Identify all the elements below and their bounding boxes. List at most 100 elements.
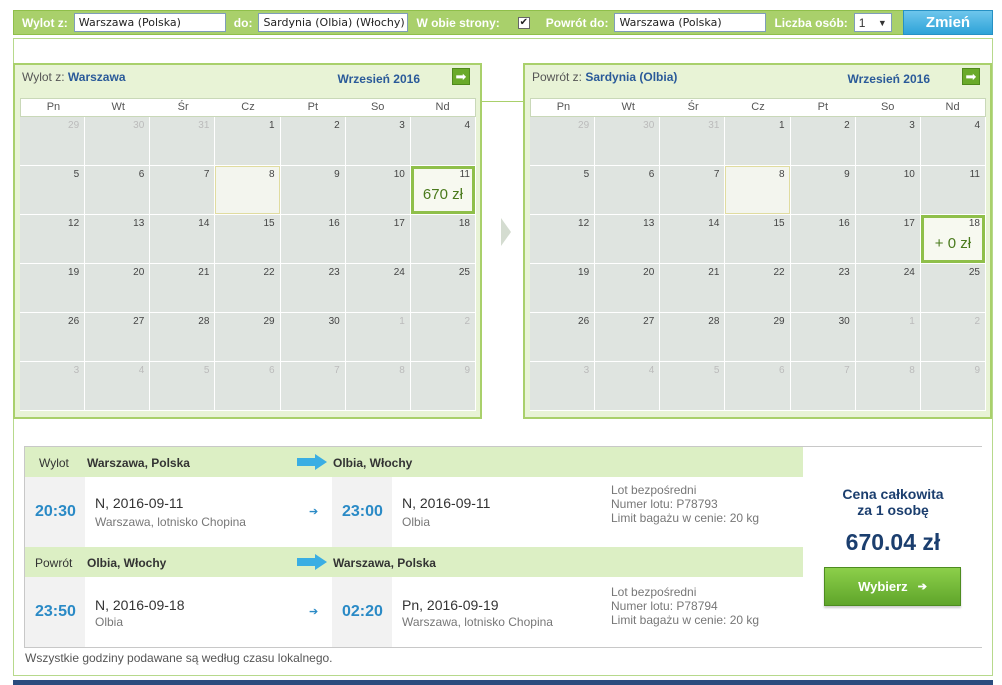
day-number: 29: [68, 120, 80, 131]
calendar-day[interactable]: 23: [280, 264, 346, 313]
calendar-day[interactable]: 26: [530, 313, 596, 362]
calendar-day-selected[interactable]: 18 + 0 zł: [920, 215, 986, 264]
calendar-day[interactable]: 16: [280, 215, 346, 264]
day-number: 9: [844, 169, 850, 180]
calendar-day[interactable]: 12: [20, 215, 86, 264]
calendar-day[interactable]: 11: [920, 166, 986, 215]
day-number: 8: [399, 365, 405, 376]
calendar-day[interactable]: 7: [660, 166, 726, 215]
calendar-day[interactable]: 1: [215, 117, 281, 166]
calendar-day[interactable]: 8: [215, 166, 281, 215]
arrow-right-icon: ➔: [309, 506, 319, 518]
calendar-day: 2: [410, 313, 476, 362]
calendar-day[interactable]: 12: [530, 215, 596, 264]
calendar-day[interactable]: 20: [595, 264, 661, 313]
calendar-day[interactable]: 28: [660, 313, 726, 362]
calendar-day[interactable]: 2: [280, 117, 346, 166]
calendar-day[interactable]: 15: [725, 215, 791, 264]
day-number: 23: [838, 267, 850, 278]
calendar-day[interactable]: 24: [855, 264, 921, 313]
calendar-day[interactable]: 10: [345, 166, 411, 215]
calendar-day[interactable]: 28: [150, 313, 216, 362]
calendar-day[interactable]: 23: [790, 264, 856, 313]
calendar-day[interactable]: 9: [280, 166, 346, 215]
select-button[interactable]: Wybierz ➔: [824, 567, 961, 606]
calendar-day[interactable]: 13: [85, 215, 151, 264]
calendar-day[interactable]: 21: [150, 264, 216, 313]
weekday-label: Cz: [241, 101, 255, 113]
calendar-day[interactable]: 21: [660, 264, 726, 313]
calendar-day[interactable]: 16: [790, 215, 856, 264]
day-number: 30: [643, 120, 655, 131]
both-ways-checkbox[interactable]: ✔: [517, 16, 530, 29]
calendar-day[interactable]: 30: [790, 313, 856, 362]
calendar-day[interactable]: 29: [725, 313, 791, 362]
day-number: 7: [334, 365, 340, 376]
calendar-day[interactable]: 22: [215, 264, 281, 313]
calendar-day[interactable]: 3: [855, 117, 921, 166]
persons-select[interactable]: 1 ▼: [853, 13, 892, 32]
calendar-day: 7: [790, 362, 856, 411]
from-input[interactable]: Warszawa (Polska): [73, 13, 226, 32]
calendar-day[interactable]: 20: [85, 264, 151, 313]
outbound-dep-airport: Warszawa, lotnisko Chopina: [95, 515, 246, 529]
calendar-day[interactable]: 18: [410, 215, 476, 264]
calendar-day[interactable]: 27: [85, 313, 151, 362]
calendar-day[interactable]: 7: [150, 166, 216, 215]
inbound-info: Lot bezpośredni Numer lotu: P78794 Limit…: [611, 585, 759, 627]
calendar-day[interactable]: 2: [790, 117, 856, 166]
calendar-day[interactable]: 1: [725, 117, 791, 166]
calendar-day[interactable]: 22: [725, 264, 791, 313]
calendar-day[interactable]: 19: [530, 264, 596, 313]
chevron-down-icon: ▼: [877, 17, 887, 28]
arrow-right-icon[interactable]: ➡: [452, 68, 470, 85]
change-button[interactable]: Zmień: [903, 10, 993, 35]
calendar-title-city: Warszawa: [67, 70, 126, 84]
outbound-row: 20:30 N, 2016-09-11 Warszawa, lotnisko C…: [25, 477, 803, 547]
calendar-day: 30: [595, 117, 661, 166]
calendar-day[interactable]: 8: [725, 166, 791, 215]
calendar-day[interactable]: 4: [410, 117, 476, 166]
calendar-day[interactable]: 15: [215, 215, 281, 264]
return-input[interactable]: Warszawa (Polska): [614, 13, 767, 32]
day-number: 25: [458, 267, 470, 278]
to-input[interactable]: Sardynia (Olbia) (Włochy): [258, 13, 409, 32]
calendar-day[interactable]: 9: [790, 166, 856, 215]
calendar-day[interactable]: 14: [150, 215, 216, 264]
calendar-day[interactable]: 24: [345, 264, 411, 313]
weekday-label: Wt: [621, 101, 635, 113]
calendar-day[interactable]: 3: [345, 117, 411, 166]
calendar-day[interactable]: 10: [855, 166, 921, 215]
calendar-day[interactable]: 30: [280, 313, 346, 362]
calendar-day: 31: [150, 117, 216, 166]
calendar-day[interactable]: 5: [20, 166, 86, 215]
day-number: 11: [459, 169, 470, 180]
calendar-day[interactable]: 4: [920, 117, 986, 166]
weekday-label: Wt: [111, 101, 125, 113]
return-calendar: Powrót z: Sardynia (Olbia) Wrzesień 2016…: [523, 63, 992, 419]
calendar-day[interactable]: 14: [660, 215, 726, 264]
calendar-day[interactable]: 6: [595, 166, 661, 215]
calendar-day[interactable]: 6: [85, 166, 151, 215]
day-number: 4: [974, 120, 980, 131]
calendar-day[interactable]: 26: [20, 313, 86, 362]
calendar-day: 8: [855, 362, 921, 411]
day-number: 1: [779, 120, 785, 131]
day-number: 4: [464, 120, 470, 131]
calendar-day[interactable]: 27: [595, 313, 661, 362]
calendar-day[interactable]: 17: [855, 215, 921, 264]
calendar-day: 4: [85, 362, 151, 411]
arrow-right-icon: ➔: [917, 581, 927, 593]
calendar-day[interactable]: 19: [20, 264, 86, 313]
calendar-day[interactable]: 17: [345, 215, 411, 264]
calendar-day[interactable]: 13: [595, 215, 661, 264]
persons-value: 1: [858, 15, 866, 30]
calendar-day[interactable]: 29: [215, 313, 281, 362]
calendar-day[interactable]: 25: [410, 264, 476, 313]
calendar-day-selected[interactable]: 11 670 zł: [410, 166, 476, 215]
calendar-grid: Pn Wt Śr Cz Pt So Nd 29 30 31 1 2 3 4 5 6 7 8 9 10 11 12 13 14…: [530, 98, 986, 411]
day-number: 12: [578, 218, 590, 229]
calendar-day[interactable]: 5: [530, 166, 596, 215]
calendar-day[interactable]: 25: [920, 264, 986, 313]
arrow-right-icon[interactable]: ➡: [962, 68, 980, 85]
